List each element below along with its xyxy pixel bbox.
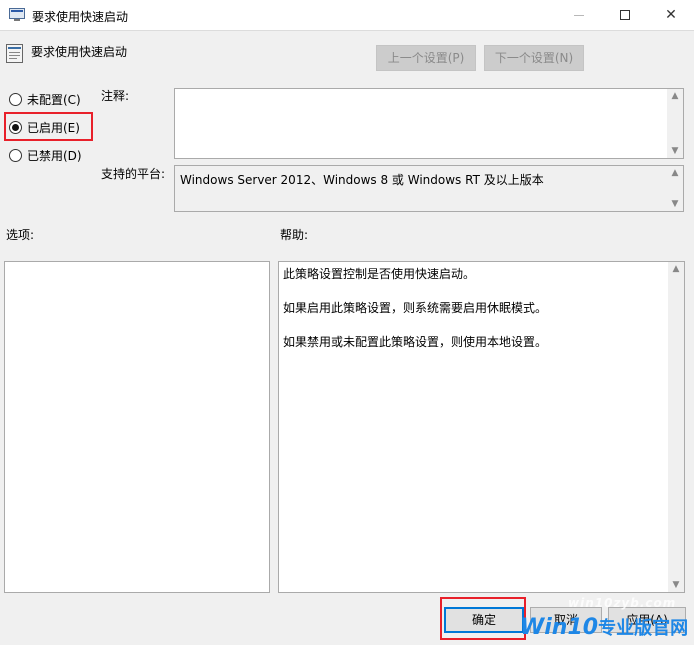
scroll-down-icon[interactable]: ▼ [667,197,683,211]
radio-label: 已禁用(D) [27,149,82,163]
radio-button-icon [9,149,22,162]
policy-setting-icon [6,44,23,63]
help-text-line: 如果启用此策略设置，则系统需要启用休眠模式。 [283,301,548,315]
maximize-button[interactable] [602,0,648,31]
next-setting-button[interactable]: 下一个设置(N) [484,45,584,71]
platform-value: Windows Server 2012、Windows 8 或 Windows … [180,173,544,187]
scroll-up-icon[interactable]: ▲ [667,89,683,103]
help-text-line: 如果禁用或未配置此策略设置，则使用本地设置。 [283,335,548,349]
help-text-line: 此策略设置控制是否使用快速启动。 [283,267,476,281]
help-scrollbar[interactable]: ▲ ▼ [668,262,684,592]
options-label: 选项: [6,228,35,242]
radio-label: 未配置(C) [27,93,81,107]
watermark-brand-text: Win10 [520,615,599,640]
scroll-down-icon[interactable]: ▼ [667,144,683,158]
policy-name: 要求使用快速启动 [31,45,128,59]
watermark-url: win10zyb.com [568,596,677,610]
close-button[interactable]: ✕ [648,0,694,31]
options-panel [4,261,270,593]
title-bar: 要求使用快速启动 ✕ [0,0,694,31]
scroll-up-icon[interactable]: ▲ [668,262,684,276]
help-panel: 此策略设置控制是否使用快速启动。 如果启用此策略设置，则系统需要启用休眠模式。 … [278,261,685,593]
help-label: 帮助: [280,228,309,242]
watermark-brand: Win10专业版官网 [520,614,688,640]
watermark-brand-cn: 专业版官网 [598,618,689,639]
highlight-box-ok [440,597,526,640]
comment-scrollbar[interactable]: ▲ ▼ [667,89,683,158]
platform-scrollbar[interactable]: ▲ ▼ [667,166,683,211]
platform-field: Windows Server 2012、Windows 8 或 Windows … [174,165,684,212]
policy-editor-icon [9,8,25,21]
maximize-icon [620,10,630,20]
window-title: 要求使用快速启动 [32,10,129,24]
comment-label: 注释: [101,89,130,103]
previous-setting-button[interactable]: 上一个设置(P) [376,45,476,71]
close-icon: ✕ [665,7,677,23]
radio-not-configured[interactable]: 未配置(C) [9,91,81,108]
scroll-up-icon[interactable]: ▲ [667,166,683,180]
minimize-button[interactable] [556,0,602,31]
minimize-icon [574,14,584,16]
comment-textarea[interactable]: ▲ ▼ [174,88,684,159]
scroll-down-icon[interactable]: ▼ [668,578,684,592]
radio-button-icon [9,93,22,106]
highlight-box-enabled [4,112,93,141]
radio-disabled[interactable]: 已禁用(D) [9,147,82,164]
platform-label: 支持的平台: [101,167,166,181]
